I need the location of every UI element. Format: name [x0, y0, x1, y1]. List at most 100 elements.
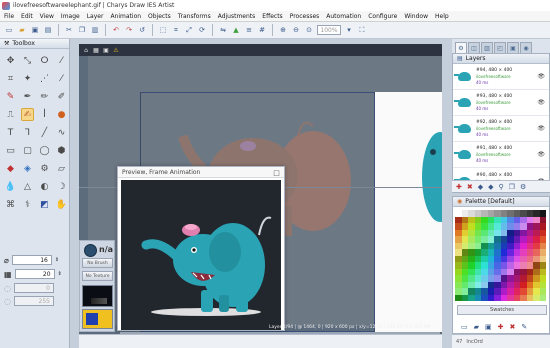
- save-palette-icon[interactable]: ▣: [485, 323, 492, 331]
- cut-icon[interactable]: ✂: [64, 25, 74, 35]
- line-tool-icon[interactable]: ╱: [38, 126, 51, 139]
- zoom-level-field[interactable]: 100%: [317, 25, 341, 35]
- tab-navigator-icon[interactable]: ▣: [507, 42, 519, 53]
- zoom-dropdown-icon[interactable]: ▾: [344, 25, 354, 35]
- visibility-eye-icon[interactable]: 👁: [537, 125, 545, 132]
- burn-tool-icon[interactable]: ☽: [55, 180, 68, 193]
- image-icon[interactable]: ▲: [231, 25, 241, 35]
- rotate-icon[interactable]: ⟳: [197, 25, 207, 35]
- menu-adjustments[interactable]: Adjustments: [218, 13, 256, 20]
- cube-tool-icon[interactable]: ⬢: [55, 144, 68, 157]
- menu-effects[interactable]: Effects: [262, 13, 282, 20]
- save-as-icon[interactable]: ▤: [43, 25, 53, 35]
- lasso-tool-icon[interactable]: ⵔ: [38, 54, 51, 67]
- replace-color-tool-icon[interactable]: ⚙: [38, 162, 51, 175]
- blur-tool-icon[interactable]: 💧: [4, 180, 17, 193]
- crop-tool-icon[interactable]: ⌗: [4, 72, 17, 85]
- heal-tool-icon[interactable]: ⚕: [21, 198, 34, 211]
- resize-icon[interactable]: ⤢: [184, 25, 194, 35]
- delete-layer-icon[interactable]: ✖: [467, 183, 473, 191]
- save-icon[interactable]: ▣: [30, 25, 40, 35]
- crop-icon[interactable]: ⌗: [171, 25, 181, 35]
- layer-row[interactable]: #92, 480 × 400 ilovefreesoftware 40 ms 👁: [453, 116, 549, 142]
- close-icon[interactable]: □: [272, 168, 281, 177]
- menu-configure[interactable]: Configure: [368, 13, 397, 20]
- select-all-icon[interactable]: ⬚: [158, 25, 168, 35]
- undo-icon[interactable]: ↶: [111, 25, 121, 35]
- menu-objects[interactable]: Objects: [148, 13, 171, 20]
- edit-swatch-icon[interactable]: ✎: [521, 323, 527, 331]
- no-brush-button[interactable]: No Brush: [82, 258, 113, 268]
- opacity-spin-icon[interactable]: ⇕: [58, 271, 62, 277]
- new-palette-icon[interactable]: ▭: [461, 323, 468, 331]
- visibility-eye-icon[interactable]: 👁: [537, 99, 545, 106]
- eraser-tool-icon[interactable]: ▱: [55, 162, 68, 175]
- stamp-tool-icon[interactable]: ⎍: [4, 108, 17, 121]
- swatches-dropdown[interactable]: Swatches: [457, 305, 547, 315]
- menu-animation[interactable]: Animation: [110, 13, 141, 20]
- pencil-tool-icon[interactable]: ✏: [38, 90, 51, 103]
- home-icon[interactable]: ⌂: [82, 46, 90, 54]
- pen-tool-icon[interactable]: ✎: [4, 90, 17, 103]
- menu-file[interactable]: File: [4, 13, 14, 20]
- airbrush-tool-icon[interactable]: ✐: [55, 90, 68, 103]
- no-texture-button[interactable]: No Texture: [82, 271, 113, 281]
- tab-history-icon[interactable]: ◫: [468, 42, 480, 53]
- menu-processes[interactable]: Processes: [290, 13, 320, 20]
- sphere-tool-icon[interactable]: ●: [55, 108, 68, 121]
- gradient-tool-icon[interactable]: ◈: [21, 162, 34, 175]
- layer-props-icon[interactable]: ⚙: [520, 183, 526, 191]
- add-layer-icon[interactable]: ✚: [456, 183, 462, 191]
- palette-swatch-grid[interactable]: [455, 210, 549, 302]
- menu-window[interactable]: Window: [404, 13, 428, 20]
- color-preview-thumb[interactable]: [82, 309, 113, 329]
- size-field[interactable]: 16: [11, 255, 52, 265]
- menu-edit[interactable]: Edit: [21, 13, 33, 20]
- fullscreen-icon[interactable]: ⛶: [357, 25, 367, 35]
- text-tool-icon[interactable]: T: [4, 126, 17, 139]
- smudge-tool-icon[interactable]: ꟾ: [38, 108, 51, 121]
- layer-row[interactable]: #91, 480 × 400 ilovefreesoftware 40 ms 👁: [453, 142, 549, 168]
- visibility-eye-icon[interactable]: 👁: [537, 73, 545, 80]
- warp-tool-icon[interactable]: ⌘: [4, 198, 17, 211]
- field4[interactable]: 255: [13, 296, 54, 306]
- magic-wand-tool-icon[interactable]: ✦: [21, 72, 34, 85]
- size-spin-icon[interactable]: ⇕: [55, 257, 59, 263]
- menu-transforms[interactable]: Transforms: [178, 13, 211, 20]
- duplicate-icon[interactable]: ❐: [509, 183, 515, 191]
- new-file-icon[interactable]: ▭: [4, 25, 14, 35]
- zoom-in-icon[interactable]: ⊕: [278, 25, 288, 35]
- open-folder-icon[interactable]: ▰: [17, 25, 27, 35]
- opacity-field[interactable]: 20: [14, 269, 55, 279]
- flip-icon[interactable]: ⇋: [218, 25, 228, 35]
- vertical-text-tool-icon[interactable]: Ꞁ: [21, 126, 34, 139]
- copy-icon[interactable]: ❐: [77, 25, 87, 35]
- tab-channels-icon[interactable]: ▥: [481, 42, 493, 53]
- merge-icon[interactable]: ⚲: [499, 183, 504, 191]
- zoom-fit-icon[interactable]: ⊙: [304, 25, 314, 35]
- add-swatch-icon[interactable]: ✚: [498, 323, 504, 331]
- zoom-out-icon[interactable]: ⊖: [291, 25, 301, 35]
- tab-info-icon[interactable]: ◰: [494, 42, 506, 53]
- menu-image[interactable]: Image: [61, 13, 80, 20]
- dodge-tool-icon[interactable]: ◐: [38, 180, 51, 193]
- fill-tool-icon[interactable]: ◆: [4, 162, 17, 175]
- layer-row[interactable]: #94, 480 × 400 ilovefreesoftware 40 ms 👁: [453, 64, 549, 90]
- save-doc-icon[interactable]: ▣: [102, 46, 110, 54]
- remove-swatch-icon[interactable]: ✖: [510, 323, 516, 331]
- brush-shape-icon[interactable]: [84, 244, 97, 257]
- warning-icon[interactable]: ⚠: [112, 46, 120, 54]
- history-icon[interactable]: ↺: [137, 25, 147, 35]
- palette-swatch[interactable]: [539, 294, 546, 301]
- visibility-eye-icon[interactable]: 👁: [537, 151, 545, 158]
- curve-tool-icon[interactable]: ∿: [55, 126, 68, 139]
- tab-colors-icon[interactable]: ◉: [520, 42, 532, 53]
- field3[interactable]: 0: [13, 283, 54, 293]
- grid-icon[interactable]: #: [257, 25, 267, 35]
- move-down-icon[interactable]: ◆: [488, 183, 493, 191]
- rounded-rect-tool-icon[interactable]: ▢: [21, 144, 34, 157]
- menu-view[interactable]: View: [40, 13, 54, 20]
- layer-row[interactable]: #93, 480 × 400 ilovefreesoftware 40 ms 👁: [453, 90, 549, 116]
- menu-help[interactable]: Help: [435, 13, 449, 20]
- marker-tool-icon[interactable]: ⁄: [55, 72, 68, 85]
